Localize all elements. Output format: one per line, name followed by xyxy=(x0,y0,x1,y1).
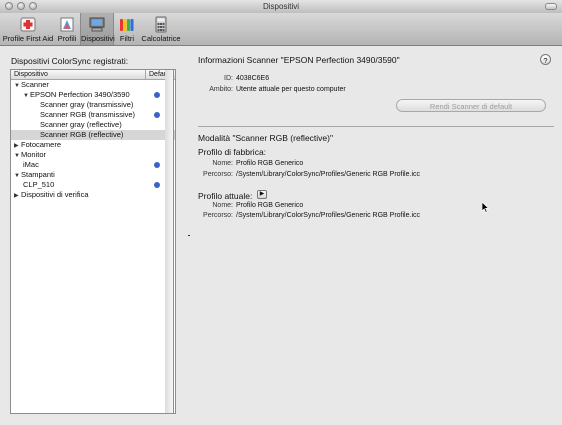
current-path-value: /System/Library/ColorSync/Profiles/Gener… xyxy=(236,212,420,219)
device-row[interactable]: Scanner gray (transmissive) xyxy=(11,100,175,110)
factory-path-value: /System/Library/ColorSync/Profiles/Gener… xyxy=(236,171,420,178)
list-header: Dispositivo Default xyxy=(11,70,175,80)
default-indicator-icon xyxy=(154,162,160,168)
toolbar-profile-first-aid[interactable]: Profile First Aid xyxy=(2,13,54,45)
factory-path-label: Percorso: xyxy=(203,171,233,178)
default-indicator-icon xyxy=(154,182,160,188)
factory-name-label: Nome: xyxy=(212,160,233,167)
column-header-device[interactable]: Dispositivo xyxy=(14,70,48,79)
id-label: ID: xyxy=(224,75,233,82)
section-separator xyxy=(198,126,554,127)
device-row[interactable]: Scanner gray (reflective) xyxy=(11,120,175,130)
toolbar-label: Profili xyxy=(57,34,77,43)
current-path-label: Percorso: xyxy=(203,212,233,219)
toolbar-label: Filtri xyxy=(119,34,135,43)
toolbar-label: Dispositivi xyxy=(81,34,115,43)
scope-value: Utente attuale per questo computer xyxy=(236,86,346,93)
device-row-label: EPSON Perfection 3490/3590 xyxy=(30,90,130,99)
devices-outline-view[interactable]: Dispositivo Default ▼Scanner ▼EPSON Perfe… xyxy=(10,69,176,414)
device-row[interactable]: ▼Stampanti xyxy=(11,170,175,180)
toolbar-label: Calcolatrice xyxy=(141,34,181,43)
device-row-label: Scanner RGB (transmissive) xyxy=(40,110,136,119)
device-rows: ▼Scanner ▼EPSON Perfection 3490/3590 Scann… xyxy=(11,80,175,200)
zoom-button[interactable] xyxy=(29,2,37,10)
title-bar: Dispositivi xyxy=(0,0,562,14)
mode-title: Modalità "Scanner RGB (reflective)" xyxy=(198,133,333,143)
mouse-cursor-icon xyxy=(482,202,490,213)
device-row[interactable]: Scanner RGB (reflective) xyxy=(11,130,175,140)
device-row[interactable]: ▼Monitor xyxy=(11,150,175,160)
factory-profile-title: Profilo di fabbrica: xyxy=(198,147,267,157)
device-row-label: Scanner gray (transmissive) xyxy=(40,100,134,109)
vertical-scrollbar[interactable] xyxy=(165,69,174,414)
info-title: Informazioni Scanner "EPSON Perfection 3… xyxy=(198,55,400,65)
scanner-info-pane: Informazioni Scanner "EPSON Perfection 3… xyxy=(190,46,562,425)
toolbar: Profile First Aid Profili Dispositivi Fi… xyxy=(0,13,562,46)
device-row[interactable]: ▼Scanner xyxy=(11,80,175,90)
window-title: Dispositivi xyxy=(262,2,299,11)
filters-icon xyxy=(120,19,134,31)
device-row-label: Fotocamere xyxy=(21,140,62,149)
toolbar-profili[interactable]: Profili xyxy=(56,13,78,45)
toolbar-filtri[interactable]: Filtri xyxy=(116,13,138,45)
close-button[interactable] xyxy=(5,2,13,10)
toolbar-toggle-button[interactable] xyxy=(545,3,557,10)
device-row[interactable]: ▶ Fotocamere xyxy=(11,140,175,150)
id-value: 4038C6E6 xyxy=(236,75,270,82)
device-row-label: Dispositivi di verifica xyxy=(21,190,89,199)
first-aid-icon xyxy=(20,17,36,32)
device-row[interactable]: Scanner RGB (transmissive) xyxy=(11,110,175,120)
current-profile-popup-button[interactable]: ▶ xyxy=(257,190,267,199)
default-indicator-icon xyxy=(154,92,160,98)
devices-icon xyxy=(89,17,105,32)
help-button[interactable]: ? xyxy=(540,54,551,65)
device-row-label: CLP_510 xyxy=(23,180,55,189)
toolbar-calcolatrice[interactable]: Calcolatrice xyxy=(140,13,182,45)
devices-pane: Dispositivi ColorSync registrati: Dispos… xyxy=(0,46,187,425)
device-row-label: Scanner gray (reflective) xyxy=(40,120,122,129)
current-name-label: Nome: xyxy=(212,202,233,209)
window-controls xyxy=(5,2,37,10)
minimize-button[interactable] xyxy=(17,2,25,10)
current-name-value: Profilo RGB Generico xyxy=(236,202,304,209)
devices-list-title: Dispositivi ColorSync registrati: xyxy=(11,56,129,66)
device-row[interactable]: ▼EPSON Perfection 3490/3590 xyxy=(11,90,175,100)
device-row[interactable]: iMac xyxy=(11,160,175,170)
toolbar-dispositivi[interactable]: Dispositivi xyxy=(80,13,115,45)
device-row-label: Scanner RGB (reflective) xyxy=(40,130,124,139)
device-row[interactable]: CLP_510 xyxy=(11,180,175,190)
toolbar-label: Profile First Aid xyxy=(2,34,54,43)
default-indicator-icon xyxy=(154,112,160,118)
device-row-label: Stampanti xyxy=(21,170,55,179)
play-arrow-icon: ▶ xyxy=(259,191,265,197)
device-row-label: iMac xyxy=(23,160,39,169)
device-row[interactable]: ▶ Dispositivi di verifica xyxy=(11,190,175,200)
factory-name-value: Profilo RGB Generico xyxy=(236,160,304,167)
disclosure-closed-icon[interactable]: ▶ xyxy=(14,191,21,201)
current-profile-title: Profilo attuale: xyxy=(198,191,253,201)
make-default-button[interactable]: Rendi Scanner di default xyxy=(396,99,546,112)
device-row-label: Monitor xyxy=(21,150,47,159)
profiles-icon xyxy=(60,17,74,32)
scope-label: Ambito: xyxy=(209,86,233,93)
calculator-icon xyxy=(155,16,167,33)
device-row-label: Scanner xyxy=(21,80,49,89)
